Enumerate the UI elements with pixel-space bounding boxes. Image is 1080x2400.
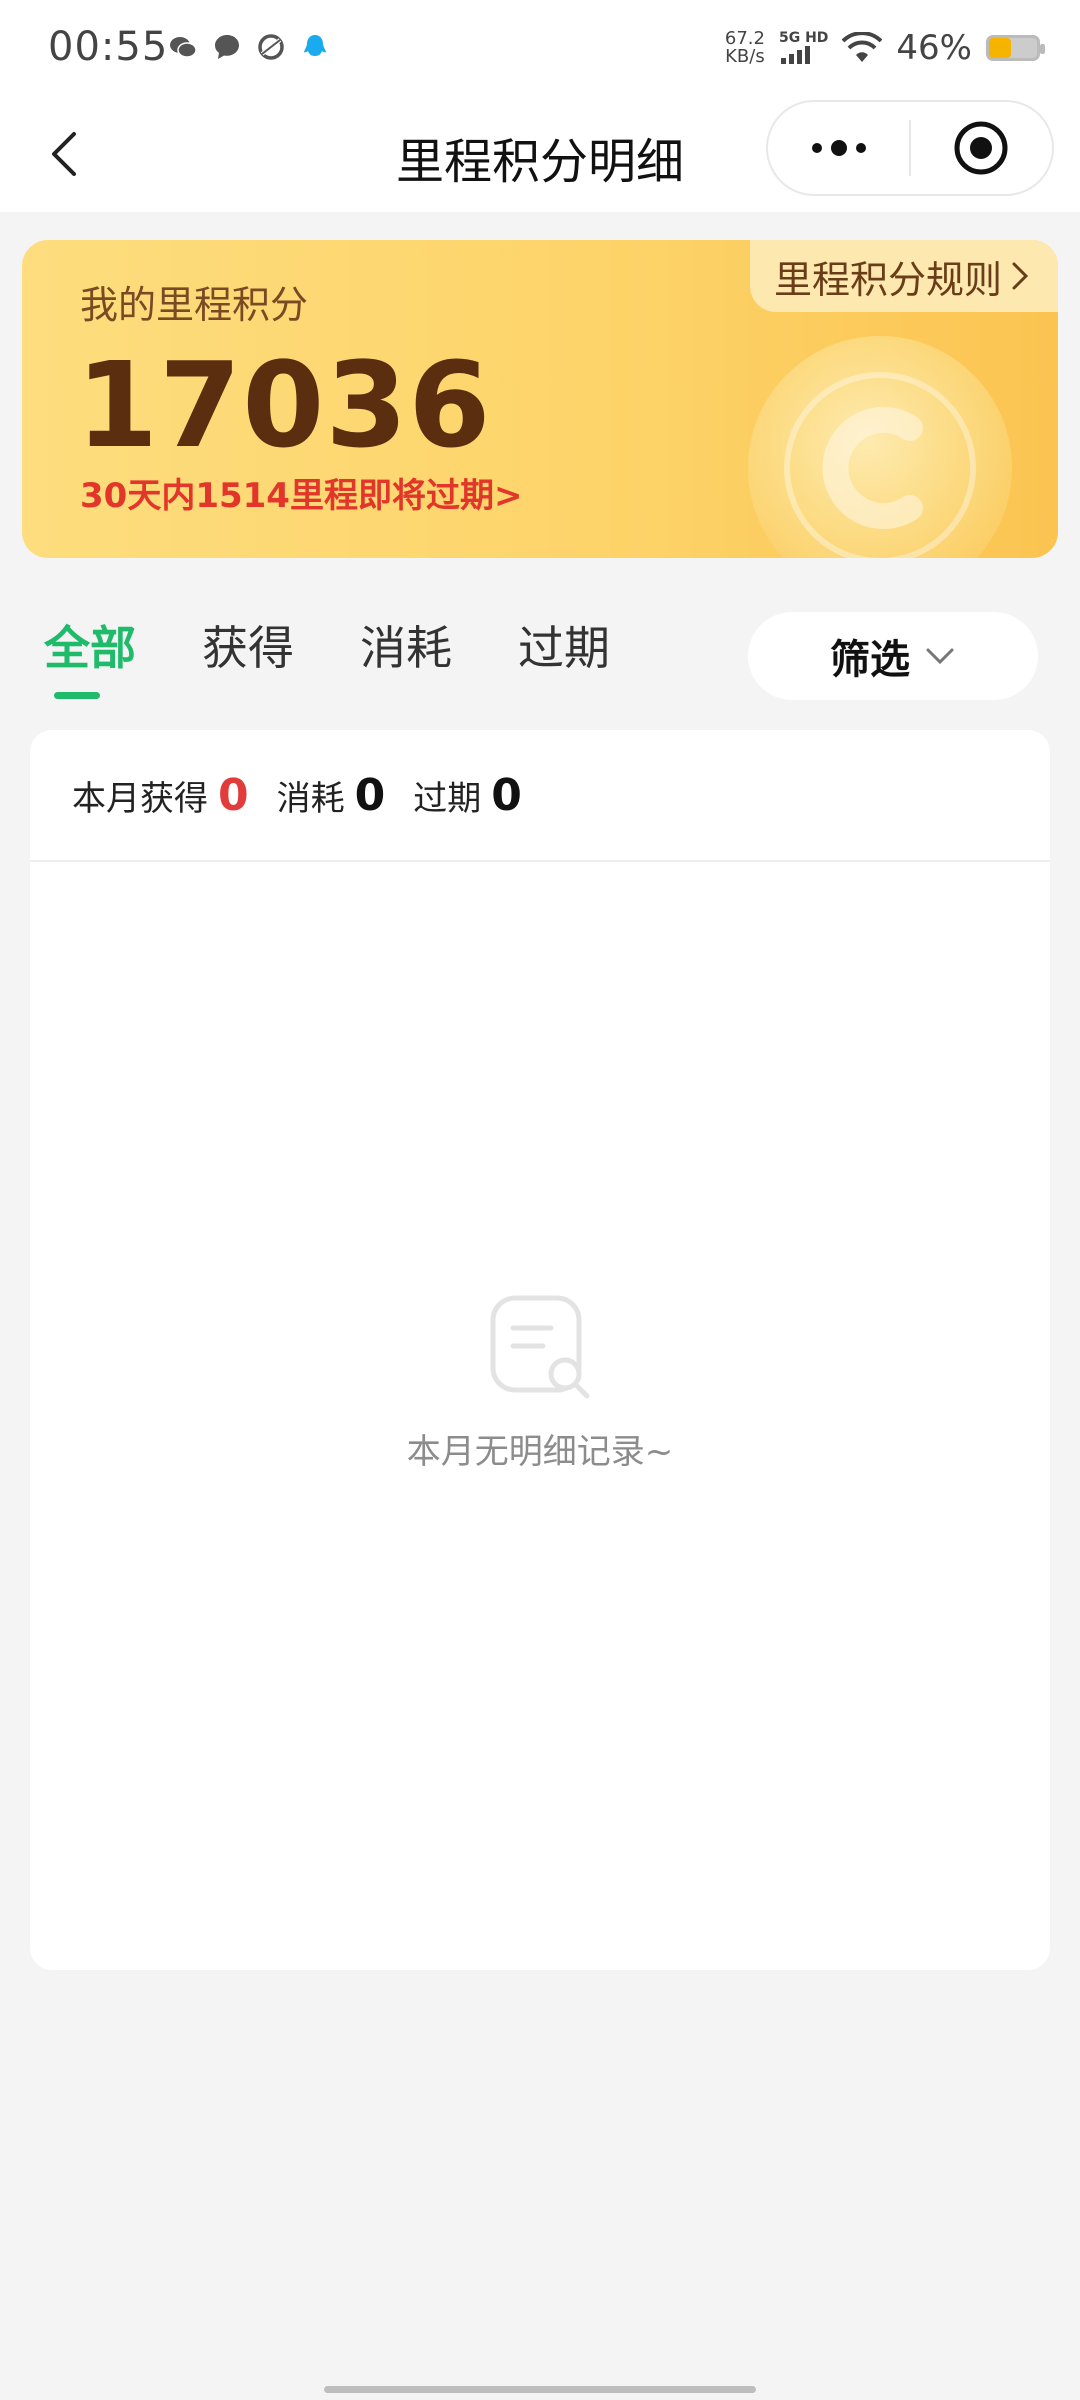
filter-tabs: 全部 获得 消耗 过期 筛选 bbox=[0, 612, 1080, 712]
filter-label: 筛选 bbox=[830, 637, 910, 683]
expire-notice-link[interactable]: 30天内1514里程即将过期> bbox=[80, 468, 522, 517]
chevron-right-icon bbox=[1012, 262, 1029, 290]
status-time: 00:55 bbox=[48, 24, 169, 70]
sync-icon bbox=[258, 34, 284, 60]
nav-bar: 里程积分明细 bbox=[0, 100, 1080, 212]
expired-label: 过期 bbox=[413, 778, 482, 819]
monthly-summary: 本月获得 0 消耗 0 过期 0 bbox=[30, 730, 1050, 862]
qq-icon bbox=[304, 35, 326, 56]
coin-decoration bbox=[748, 336, 1012, 558]
wifi-icon bbox=[842, 32, 883, 62]
expired-value: 0 bbox=[491, 769, 522, 821]
empty-state-text: 本月无明细记录~ bbox=[406, 1432, 674, 1472]
chevron-down-icon bbox=[926, 648, 954, 665]
battery-percent: 46% bbox=[896, 28, 972, 68]
records-card: 本月获得 0 消耗 0 过期 0 本月无明细记录~ bbox=[30, 730, 1050, 1970]
chat-bubble-icon bbox=[215, 35, 239, 59]
coin-c-mark bbox=[822, 407, 923, 529]
status-right: 67.2 KB/s 5G HD 46% bbox=[725, 28, 1045, 68]
active-tab-indicator bbox=[54, 692, 100, 699]
filter-button[interactable]: 筛选 bbox=[748, 612, 1038, 700]
network-speed-unit: KB/s bbox=[725, 46, 765, 67]
points-rules-link[interactable]: 里程积分规则 bbox=[749, 240, 1058, 312]
points-value: 17036 bbox=[76, 336, 492, 474]
wechat-icon bbox=[170, 37, 197, 58]
points-label: 我的里程积分 bbox=[80, 283, 309, 327]
home-indicator[interactable] bbox=[324, 2386, 756, 2393]
network-type: 5G HD bbox=[779, 30, 828, 67]
consumed-value: 0 bbox=[354, 769, 386, 821]
close-miniapp-button[interactable] bbox=[911, 102, 1052, 194]
points-card: 我的里程积分 17036 30天内1514里程即将过期> 里程积分规则 bbox=[22, 240, 1058, 558]
more-dots-icon bbox=[811, 140, 866, 156]
battery-fill bbox=[989, 38, 1012, 58]
signal-icon bbox=[780, 45, 810, 64]
target-close-icon bbox=[954, 121, 1008, 175]
battery-icon bbox=[986, 35, 1045, 61]
status-bar: 00:55 67.2 KB/s 5G HD 46% bbox=[0, 0, 1080, 100]
tab-consumed[interactable]: 消耗 bbox=[360, 612, 452, 678]
document-search-icon bbox=[490, 1295, 590, 1399]
tab-expired[interactable]: 过期 bbox=[518, 612, 610, 678]
miniapp-capsule bbox=[766, 100, 1054, 196]
status-app-icons bbox=[168, 32, 330, 62]
empty-state: 本月无明细记录~ bbox=[30, 1292, 1050, 1473]
earned-value: 0 bbox=[218, 769, 249, 821]
network-speed: 67.2 KB/s bbox=[725, 30, 765, 66]
earned-label: 本月获得 bbox=[72, 778, 208, 819]
tab-earned[interactable]: 获得 bbox=[202, 612, 294, 678]
more-button[interactable] bbox=[768, 102, 909, 194]
tab-all[interactable]: 全部 bbox=[44, 612, 136, 678]
consumed-label: 消耗 bbox=[276, 778, 345, 819]
points-rules-label: 里程积分规则 bbox=[773, 257, 1002, 302]
network-type-label: 5G HD bbox=[778, 29, 829, 46]
